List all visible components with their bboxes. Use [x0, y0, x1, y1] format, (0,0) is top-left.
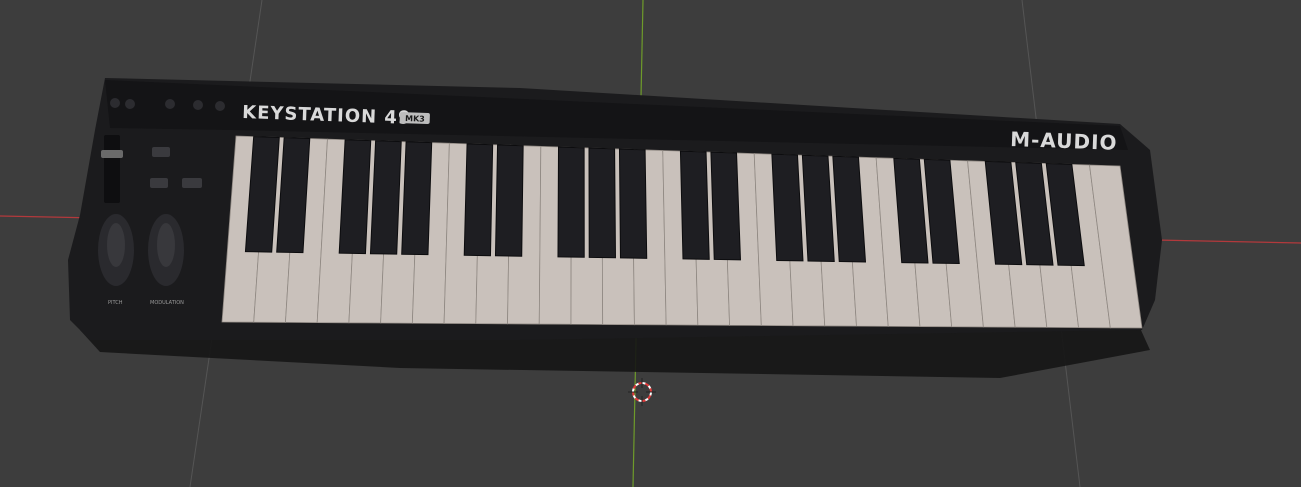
- model-badge: MK3: [405, 114, 425, 124]
- octave-down-button[interactable]: [152, 147, 170, 157]
- black-key[interactable]: [710, 151, 742, 261]
- top-button: [215, 101, 225, 111]
- volume-slider[interactable]: [101, 150, 123, 158]
- modulation-label: MODULATION: [150, 300, 184, 306]
- top-button: [125, 99, 135, 109]
- midi-keyboard-model[interactable]: PITCH MODULATION KEYSTATION 49 MK3 M-AUD…: [68, 78, 1162, 378]
- pitch-label: PITCH: [108, 300, 123, 306]
- top-button: [165, 99, 175, 109]
- black-key[interactable]: [679, 150, 710, 260]
- octave-up-button[interactable]: [182, 178, 202, 188]
- black-key[interactable]: [369, 140, 402, 255]
- transpose-button[interactable]: [150, 178, 168, 188]
- viewport-scene: PITCH MODULATION KEYSTATION 49 MK3 M-AUD…: [0, 0, 1301, 487]
- top-button: [110, 98, 120, 108]
- black-key[interactable]: [557, 146, 585, 258]
- black-key[interactable]: [338, 139, 372, 255]
- 3d-cursor-icon[interactable]: [628, 378, 656, 406]
- black-key[interactable]: [618, 148, 648, 259]
- slider-track: [104, 135, 120, 203]
- top-button: [193, 100, 203, 110]
- manufacturer-label: M-AUDIO: [1010, 127, 1118, 155]
- black-key[interactable]: [401, 141, 433, 256]
- black-key[interactable]: [494, 144, 524, 257]
- black-key[interactable]: [588, 147, 616, 259]
- black-key[interactable]: [771, 153, 804, 262]
- 3d-viewport[interactable]: PITCH MODULATION KEYSTATION 49 MK3 M-AUD…: [0, 0, 1301, 487]
- black-key[interactable]: [463, 143, 494, 257]
